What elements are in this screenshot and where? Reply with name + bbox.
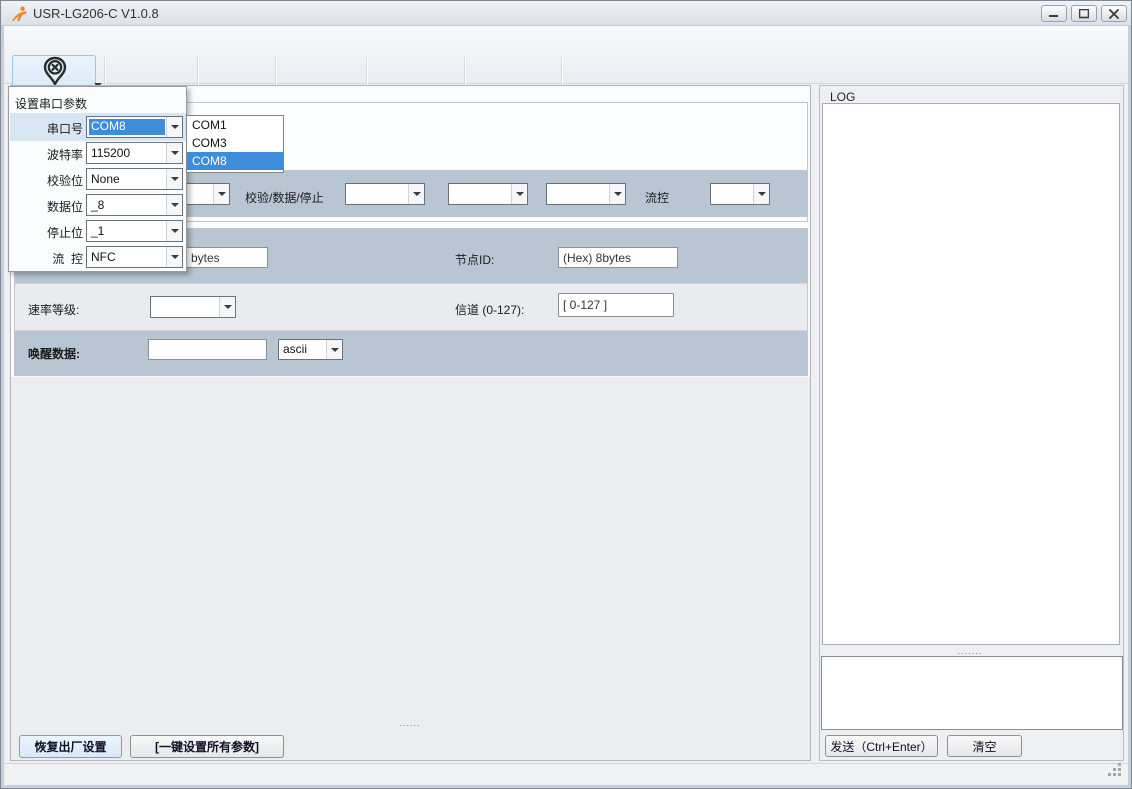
data-bits-combo[interactable]: [448, 183, 528, 205]
wake-data-label: 唤醒数据:: [28, 345, 80, 362]
wake-encoding-combo[interactable]: ascii: [278, 339, 343, 360]
baud-value: 115200: [91, 146, 130, 160]
stop-bits-select[interactable]: _1: [86, 220, 183, 242]
titlebar: USR-LG206-C V1.0.8: [1, 1, 1131, 26]
statusbar: [4, 763, 1128, 785]
maximize-button[interactable]: [1071, 5, 1097, 22]
chevron-down-icon: [408, 184, 424, 204]
wake-data-input[interactable]: [148, 339, 267, 360]
stop-bits-combo[interactable]: [546, 183, 626, 205]
stop-bits-value: _1: [91, 224, 104, 238]
chevron-down-icon: [219, 297, 235, 317]
factory-reset-button[interactable]: 恢复出厂设置: [19, 735, 122, 758]
window-title: USR-LG206-C V1.0.8: [33, 6, 159, 21]
app-logo-icon: [10, 6, 28, 27]
channel-label: 信道 (0-127):: [455, 301, 524, 318]
data-bits-value: _8: [91, 198, 104, 212]
send-input-area[interactable]: [821, 656, 1123, 730]
rate-level-combo[interactable]: [150, 296, 236, 318]
log-title: LOG: [830, 90, 855, 104]
flow-select[interactable]: NFC: [86, 246, 183, 268]
rate-channel-row: [15, 283, 807, 331]
baud-combo[interactable]: 115200: [86, 142, 183, 164]
data-bits-select[interactable]: _8: [86, 194, 183, 216]
rate-level-label: 速率等级:: [28, 301, 79, 318]
chevron-down-icon: [753, 184, 769, 204]
close-button[interactable]: [1101, 5, 1127, 22]
port-option-com8[interactable]: COM8: [187, 152, 283, 170]
port-value: COM8: [89, 119, 165, 135]
serial-popup-title: 设置串口参数: [15, 95, 87, 112]
stop-bits-label: 停止位: [11, 224, 83, 241]
log-output-area[interactable]: [822, 103, 1120, 645]
flow-control-label: 流控: [645, 189, 669, 206]
parity-label: 校验位: [11, 172, 83, 189]
config-lower-area: [11, 377, 810, 760]
main-splitter-handle[interactable]: ......: [380, 718, 440, 728]
flow-control-combo[interactable]: [710, 183, 770, 205]
parity-value: None: [91, 172, 120, 186]
parity-combo[interactable]: [345, 183, 425, 205]
chevron-down-icon[interactable]: [166, 117, 182, 137]
parity-select[interactable]: None: [86, 168, 183, 190]
node-id-input[interactable]: [558, 247, 678, 268]
clear-button[interactable]: 清空: [947, 735, 1022, 757]
minimize-button[interactable]: [1041, 5, 1067, 22]
chevron-down-icon[interactable]: [166, 143, 182, 163]
serial-settings-popup: 设置串口参数 串口号 COM8 波特率 115200 校验位 None 数据位 …: [8, 86, 187, 272]
port-option-com3[interactable]: COM3: [187, 134, 283, 152]
wake-data-row: [15, 331, 807, 375]
app-window: USR-LG206-C V1.0.8 打开串口 进入配置状态: [0, 0, 1132, 789]
port-label: 串口号: [11, 120, 83, 137]
wake-encoding-value: ascii: [283, 342, 307, 356]
port-dropdown-list: COM1 COM3 COM8: [186, 115, 284, 173]
chevron-down-icon[interactable]: [166, 195, 182, 215]
log-splitter-handle[interactable]: .......: [930, 646, 1010, 656]
parity-data-stop-label: 校验/数据/停止: [245, 189, 324, 206]
chevron-down-icon: [511, 184, 527, 204]
resize-grip-icon[interactable]: [1108, 763, 1122, 782]
chevron-down-icon: [213, 184, 229, 204]
chevron-down-icon[interactable]: [166, 247, 182, 267]
port-combo[interactable]: COM8: [86, 116, 183, 138]
port-option-com1[interactable]: COM1: [187, 116, 283, 134]
chevron-down-icon[interactable]: [166, 169, 182, 189]
flow-value: NFC: [91, 250, 116, 264]
node-id-label: 节点ID:: [455, 251, 494, 268]
chevron-down-icon: [609, 184, 625, 204]
toolbar: 打开串口 进入配置状态 读取参数: [4, 26, 1128, 84]
baud-label: 波特率: [11, 146, 83, 163]
flow-label: 流 控: [11, 250, 83, 267]
chevron-down-icon: [326, 340, 342, 359]
channel-input[interactable]: [558, 293, 674, 317]
set-all-params-button[interactable]: [一键设置所有参数]: [130, 735, 284, 758]
chevron-down-icon[interactable]: [166, 221, 182, 241]
data-bits-label: 数据位: [11, 198, 83, 215]
send-button[interactable]: 发送（Ctrl+Enter）: [825, 735, 938, 757]
